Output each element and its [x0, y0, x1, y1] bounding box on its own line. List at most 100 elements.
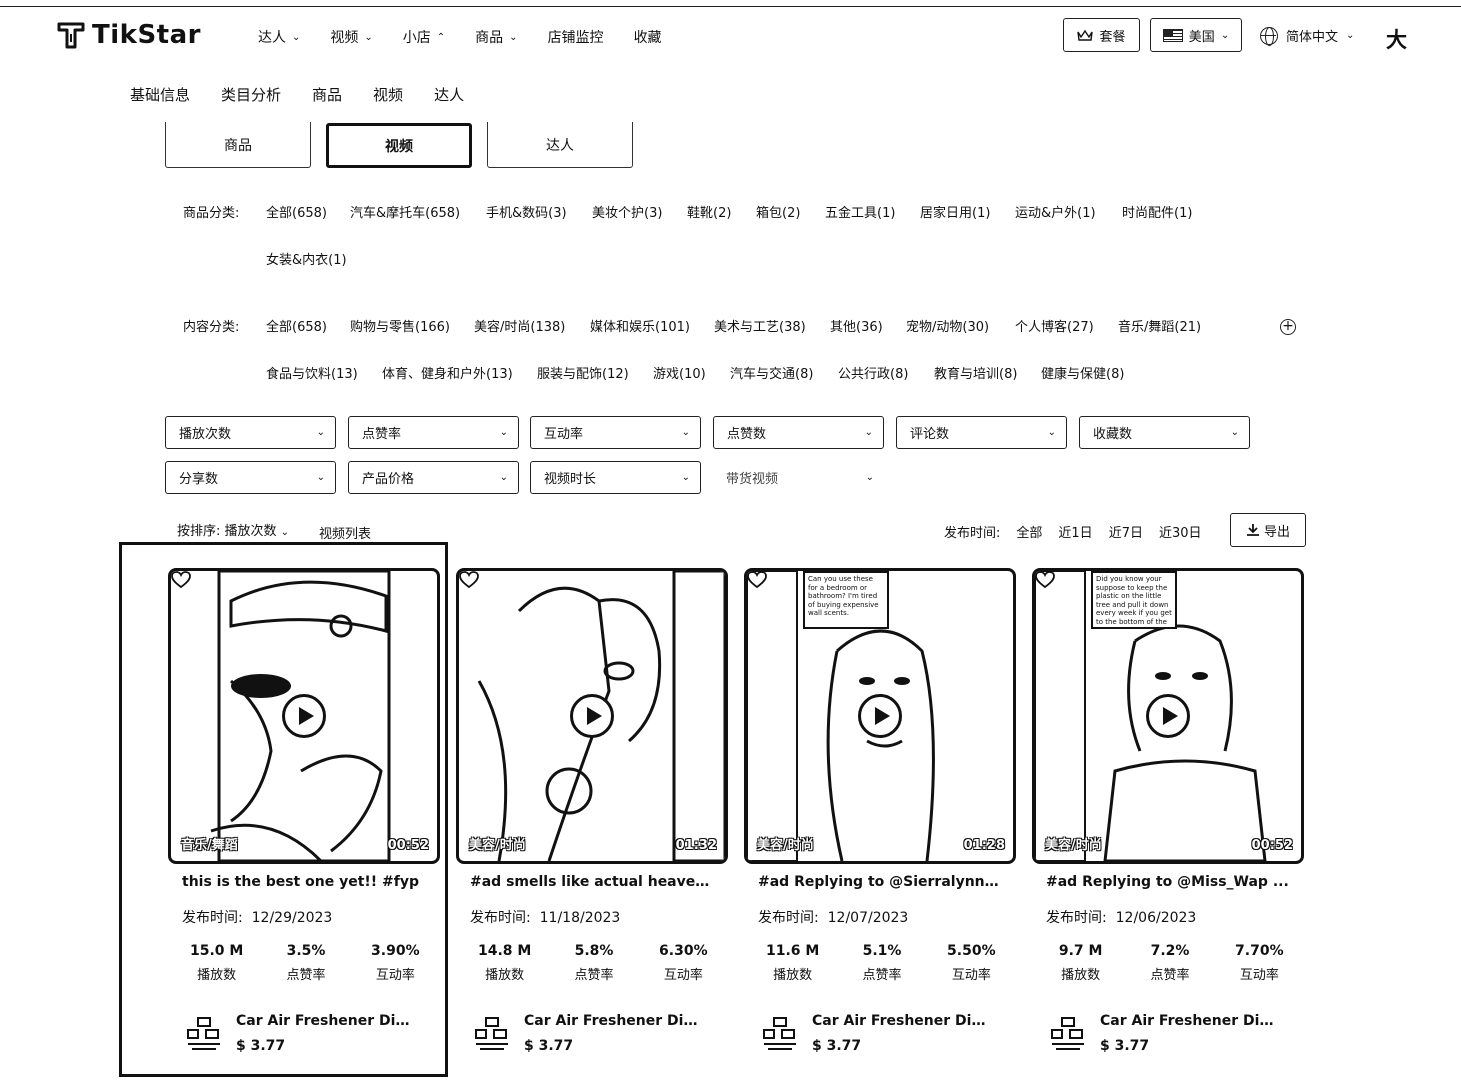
video-title[interactable]: #ad smells like actual heaven... — [470, 874, 714, 890]
content-category-chip[interactable]: 健康与保健(8) — [1041, 363, 1124, 382]
linked-product[interactable]: Car Air Freshener Diff... $ 3.77 — [1050, 1013, 1304, 1054]
content-category-chip[interactable]: 服装与配饰(12) — [537, 363, 629, 382]
tab-category-analysis[interactable]: 类目分析 — [221, 84, 281, 105]
date-value: 12/29/2023 — [251, 910, 333, 926]
time-option[interactable]: 近30日 — [1159, 522, 1202, 541]
likes-filter-select[interactable]: 点赞数 ⌄ — [713, 416, 884, 449]
nav-favorites[interactable]: 收藏 — [634, 27, 662, 47]
heart-icon[interactable] — [459, 571, 479, 589]
product-name: Car Air Freshener Diff... — [236, 1013, 416, 1029]
time-option[interactable]: 全部 — [1016, 522, 1042, 541]
tab-videos[interactable]: 视频 — [373, 84, 403, 105]
type-tab-products[interactable]: 商品 — [165, 122, 311, 168]
chevron-down-icon: ⌄ — [499, 472, 508, 483]
tab-basic-info[interactable]: 基础信息 — [130, 84, 190, 105]
publish-date: 发布时间: 12/29/2023 — [182, 907, 440, 927]
engagement-filter-select[interactable]: 互动率 ⌄ — [530, 416, 701, 449]
content-category-chip[interactable]: 教育与培训(8) — [934, 363, 1017, 382]
stat-value: 5.8% — [574, 943, 614, 959]
play-icon[interactable] — [282, 694, 326, 738]
video-thumbnail[interactable]: 美容/时尚 01:32 — [456, 568, 728, 864]
video-card[interactable]: Can you use these for a bedroom or bathr… — [744, 568, 1016, 1054]
product-category-chip[interactable]: 全部(658) — [266, 202, 327, 221]
expand-plus-icon[interactable]: + — [1280, 319, 1296, 335]
video-card[interactable]: 美容/时尚 01:32 #ad smells like actual heave… — [456, 568, 728, 1054]
content-category-chip[interactable]: 美容/时尚(138) — [474, 316, 565, 335]
nav-products[interactable]: 商品 ⌄ — [475, 27, 517, 47]
play-icon[interactable] — [570, 694, 614, 738]
nav-store-monitor[interactable]: 店铺监控 — [548, 27, 604, 47]
globe-icon — [1260, 26, 1278, 46]
like-rate-filter-select[interactable]: 点赞率 ⌄ — [348, 416, 519, 449]
content-category-chip[interactable]: 美术与工艺(38) — [714, 316, 806, 335]
heart-icon[interactable] — [747, 571, 767, 589]
nav-label: 小店 — [402, 30, 431, 46]
video-card[interactable]: 音乐/舞蹈 00:52 this is the best one yet!! #… — [168, 568, 440, 1054]
product-category-chip[interactable]: 女装&内衣(1) — [266, 249, 347, 268]
type-tab-videos[interactable]: 视频 — [326, 123, 472, 168]
content-category-chip[interactable]: 其他(36) — [830, 316, 883, 335]
product-category-chip[interactable]: 时尚配件(1) — [1122, 202, 1192, 221]
sort-select[interactable]: 按排序: 播放次数 ⌄ — [177, 520, 289, 542]
product-category-chip[interactable]: 汽车&摩托车(658) — [350, 202, 460, 221]
content-category-chip[interactable]: 个人博客(27) — [1015, 316, 1094, 335]
linked-product[interactable]: Car Air Freshener Diff... $ 3.77 — [186, 1013, 440, 1054]
product-category-chip[interactable]: 居家日用(1) — [920, 202, 990, 221]
video-title[interactable]: this is the best one yet!! #fyp — [182, 874, 426, 890]
linked-product[interactable]: Car Air Freshener Diff... $ 3.77 — [474, 1013, 728, 1054]
content-category-chip[interactable]: 宠物/动物(30) — [906, 316, 989, 335]
video-title[interactable]: #ad Replying to @Miss_Wap ... — [1046, 874, 1290, 890]
country-select[interactable]: 美国 ⌄ — [1150, 18, 1242, 52]
play-icon[interactable] — [858, 694, 902, 738]
video-card[interactable]: Did you know your suppose to keep the pl… — [1032, 568, 1304, 1054]
content-category-chip[interactable]: 游戏(10) — [653, 363, 706, 382]
logo[interactable]: TikStar — [56, 20, 201, 50]
product-category-chip[interactable]: 鞋靴(2) — [687, 202, 731, 221]
video-title[interactable]: #ad Replying to @Sierralynn i... — [758, 874, 1002, 890]
nav-shop[interactable]: 小店 ⌃ — [403, 27, 445, 47]
time-option[interactable]: 近7日 — [1109, 522, 1143, 541]
export-button[interactable]: 导出 — [1230, 513, 1306, 547]
content-category-chip[interactable]: 音乐/舞蹈(21) — [1118, 316, 1201, 335]
heart-icon[interactable] — [171, 571, 191, 589]
product-price: $ 3.77 — [812, 1038, 862, 1054]
ad-video-filter-select[interactable]: 带货视频 ⌄ — [713, 461, 884, 494]
tab-products[interactable]: 商品 — [312, 84, 342, 105]
favorites-filter-select[interactable]: 收藏数 ⌄ — [1079, 416, 1250, 449]
product-category-chip[interactable]: 美妆个护(3) — [592, 202, 662, 221]
nav-creators[interactable]: 达人 ⌄ — [258, 27, 300, 47]
product-category-chip[interactable]: 五金工具(1) — [825, 202, 895, 221]
type-tab-creators[interactable]: 达人 — [487, 122, 633, 168]
product-category-chip[interactable]: 手机&数码(3) — [486, 202, 567, 221]
views-filter-select[interactable]: 播放次数 ⌄ — [165, 416, 336, 449]
content-category-chip[interactable]: 公共行政(8) — [838, 363, 908, 382]
content-category-chip[interactable]: 媒体和娱乐(101) — [590, 316, 690, 335]
video-thumbnail[interactable]: Can you use these for a bedroom or bathr… — [744, 568, 1016, 864]
time-option[interactable]: 近1日 — [1058, 522, 1092, 541]
play-icon[interactable] — [1146, 694, 1190, 738]
language-select[interactable]: 简体中文 ⌄ — [1260, 26, 1354, 46]
content-tag: 美容/时尚 — [1045, 838, 1102, 853]
nav-label: 店铺监控 — [547, 30, 604, 46]
content-category-chip[interactable]: 食品与饮料(13) — [266, 363, 358, 382]
product-category-chip[interactable]: 运动&户外(1) — [1015, 202, 1096, 221]
tab-creators[interactable]: 达人 — [434, 84, 464, 105]
content-category-chip[interactable]: 汽车与交通(8) — [730, 363, 813, 382]
heart-icon[interactable] — [1035, 571, 1055, 589]
video-thumbnail[interactable]: 音乐/舞蹈 00:52 — [168, 568, 440, 864]
video-thumbnail[interactable]: Did you know your suppose to keep the pl… — [1032, 568, 1304, 864]
package-button[interactable]: 套餐 — [1063, 18, 1140, 52]
price-filter-select[interactable]: 产品价格 ⌄ — [348, 461, 519, 494]
duration-filter-select[interactable]: 视频时长 ⌄ — [530, 461, 701, 494]
content-category-chip[interactable]: 体育、健身和户外(13) — [382, 363, 513, 382]
nav-videos[interactable]: 视频 ⌄ — [330, 27, 372, 47]
video-list-toggle[interactable]: 视频列表 — [319, 523, 371, 542]
comments-filter-select[interactable]: 评论数 ⌄ — [896, 416, 1067, 449]
font-size-toggle[interactable]: 大 — [1386, 24, 1407, 54]
content-category-chip[interactable]: 购物与零售(166) — [350, 316, 450, 335]
linked-product[interactable]: Car Air Freshener Diff... $ 3.77 — [762, 1013, 1016, 1054]
shares-filter-select[interactable]: 分享数 ⌄ — [165, 461, 336, 494]
stat-value: 7.70% — [1235, 943, 1284, 959]
product-category-chip[interactable]: 箱包(2) — [756, 202, 800, 221]
content-category-chip[interactable]: 全部(658) — [266, 316, 327, 335]
